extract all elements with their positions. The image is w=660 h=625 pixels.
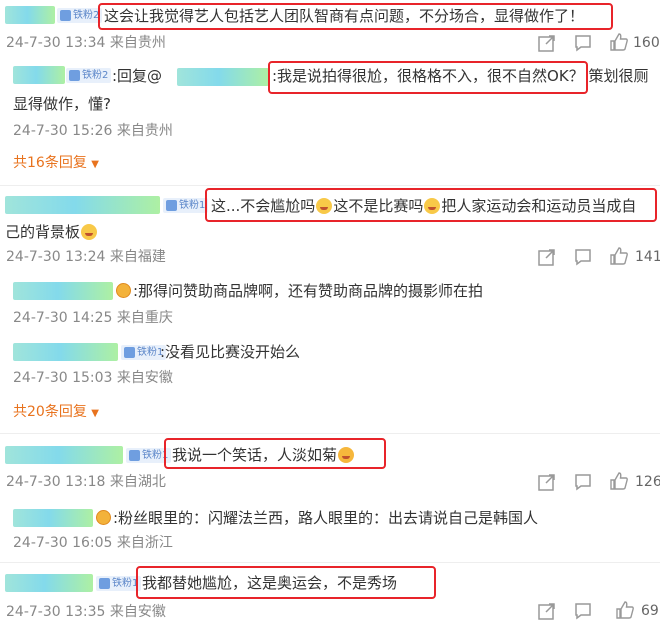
mention-blurred[interactable]: [177, 68, 269, 86]
more-replies-link[interactable]: 共16条回复 ▼: [13, 153, 99, 175]
badge-icon: [129, 450, 140, 461]
comment-icon[interactable]: [573, 601, 593, 621]
more-replies-link[interactable]: 共20条回复 ▼: [13, 402, 99, 424]
dropdown-triangle-icon: ▼: [91, 408, 99, 419]
badge-icon: [99, 578, 110, 589]
reply-text: :粉丝眼里的：闪耀法兰西，路人眼里的：出去请说自己是韩国人: [113, 509, 539, 527]
share-icon[interactable]: [537, 601, 557, 621]
reply-prefix: :回复@: [112, 67, 163, 85]
divider: [0, 562, 660, 563]
highlight-box: [268, 61, 588, 94]
comment-meta: 24-7-30 13:35 来自安徽: [6, 604, 166, 620]
reply-username-blurred[interactable]: [13, 66, 65, 84]
badge-icon: [60, 10, 71, 21]
reply-text-line2: 显得做作，懂?: [13, 95, 111, 113]
highlight-box: [205, 188, 657, 222]
reply-username-blurred[interactable]: [13, 343, 118, 361]
comment-meta: 24-7-30 13:24 来自福建: [6, 249, 166, 265]
share-icon[interactable]: [537, 472, 557, 492]
reply-username-blurred[interactable]: [13, 509, 93, 527]
like-count: 141: [635, 249, 660, 265]
fan-badge: 铁粉2: [57, 8, 103, 23]
like-icon[interactable]: [609, 471, 629, 491]
highlight-box: [164, 438, 386, 469]
like-count: 126: [635, 474, 660, 490]
username-blurred[interactable]: [5, 6, 55, 24]
reply-username-blurred[interactable]: [13, 282, 113, 300]
badge-icon: [166, 200, 177, 211]
like-icon[interactable]: [609, 246, 629, 266]
highlight-box: [136, 566, 436, 599]
laugh-cry-emoji: [81, 224, 98, 240]
reply-meta: 24-7-30 16:05 来自浙江: [13, 535, 173, 551]
comment-meta: 24-7-30 13:18 来自湖北: [6, 474, 166, 490]
comment-icon[interactable]: [573, 247, 593, 267]
reply-text: :没看见比赛没开始么: [160, 343, 301, 361]
divider: [0, 433, 660, 434]
username-blurred[interactable]: [5, 446, 123, 464]
share-icon[interactable]: [537, 33, 557, 53]
comment-icon[interactable]: [573, 33, 593, 53]
fan-badge: 铁粉1: [96, 576, 142, 591]
username-blurred[interactable]: [5, 196, 160, 214]
comment-meta: 24-7-30 13:34 来自贵州: [6, 35, 166, 51]
fan-avatar-icon: [96, 510, 111, 525]
reply-meta: 24-7-30 15:26 来自贵州: [13, 123, 173, 139]
like-count: 160: [633, 35, 660, 51]
reply-meta: 24-7-30 15:03 来自安徽: [13, 370, 173, 386]
badge-icon: [69, 70, 80, 81]
like-icon[interactable]: [609, 32, 629, 52]
reply-text: :那得问赞助商品牌啊，还有赞助商品牌的摄影师在拍: [133, 282, 484, 300]
comment-icon[interactable]: [573, 472, 593, 492]
reply-meta: 24-7-30 14:25 来自重庆: [13, 310, 173, 326]
divider: [0, 185, 660, 186]
highlight-box: [98, 3, 613, 30]
fan-badge: 铁粉2: [66, 68, 112, 83]
dropdown-triangle-icon: ▼: [91, 159, 99, 170]
share-icon[interactable]: [537, 247, 557, 267]
like-count: 69: [641, 603, 659, 619]
username-blurred[interactable]: [5, 574, 93, 592]
badge-icon: [124, 347, 135, 358]
fan-badge: 铁粉1: [163, 198, 209, 213]
comment-text-line2: 己的背景板: [5, 221, 98, 243]
fan-avatar-icon: [116, 283, 131, 298]
like-icon[interactable]: [615, 600, 635, 620]
